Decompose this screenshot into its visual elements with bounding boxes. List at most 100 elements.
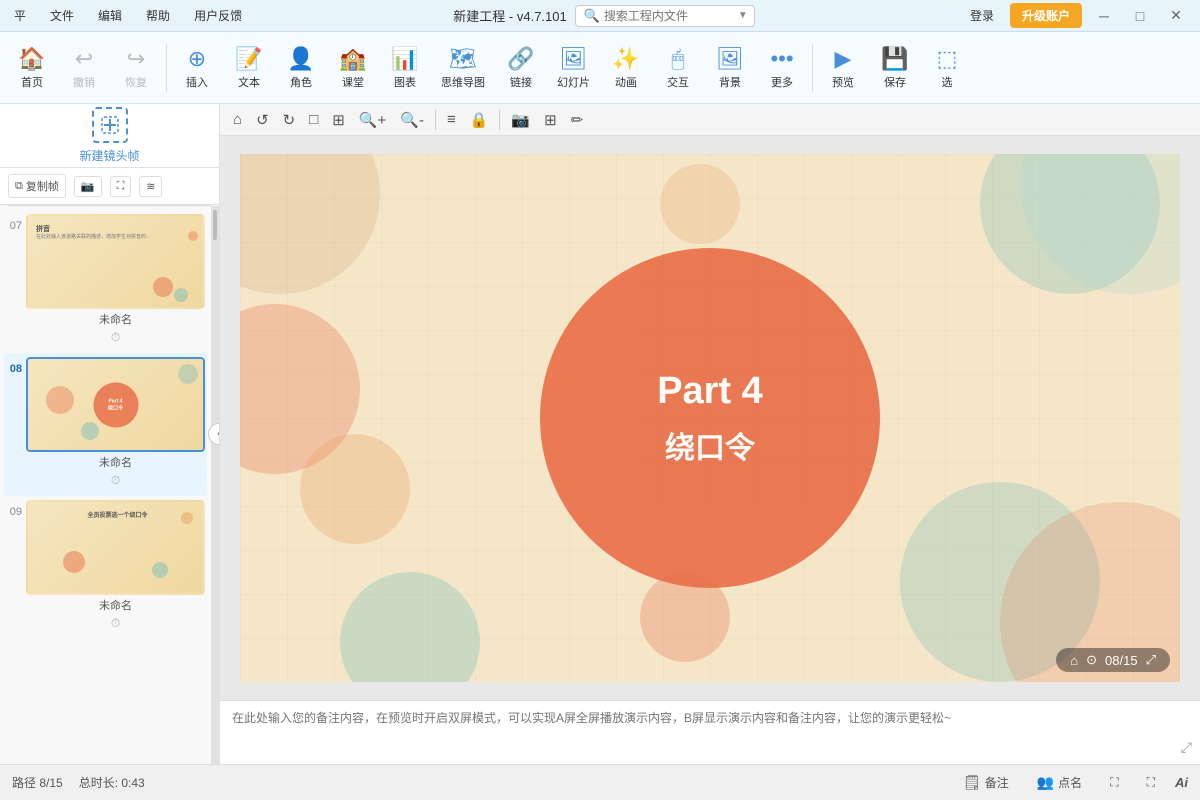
select-label: 选 (942, 74, 953, 90)
copy-frame-button[interactable]: ⧉ 复制帧 (8, 174, 66, 198)
canvas-square-icon[interactable]: □ (304, 109, 323, 130)
toolbar-undo[interactable]: ↩ 撤销 (60, 36, 108, 100)
fullscreen-button[interactable]: ⛶ (1139, 772, 1163, 793)
slide-thumb-09: 全员投票选一个绕口令 (26, 500, 205, 595)
callname-label: 点名 (1058, 774, 1082, 791)
search-input[interactable] (604, 9, 734, 23)
counter-circle-icon: ⊙ (1086, 652, 1097, 668)
canvas-lock-icon[interactable]: 🔒 (465, 109, 494, 131)
counter-expand-icon[interactable]: ⤢ (1146, 652, 1156, 668)
canvas-rotate-cw-icon[interactable]: ↻ (278, 109, 301, 131)
canvas-copy-icon[interactable]: ⊞ (327, 109, 350, 131)
toolbar-redo[interactable]: ↪ 恢复 (112, 36, 160, 100)
copy-frame-icon: ⧉ (15, 180, 23, 193)
toolbar-interact[interactable]: 🖱 交互 (654, 36, 702, 100)
canvas-wrapper[interactable]: Part 4 绕口令 ⌂ ⊙ 08/15 ⤢ (220, 136, 1200, 700)
canvas-rotate-icon[interactable]: ↺ (251, 109, 274, 131)
toolbar-separator-1 (166, 44, 167, 92)
toolbar-background[interactable]: 🖼 背景 (706, 36, 754, 100)
callname-icon: 👥 (1037, 774, 1054, 791)
canvas-home-icon[interactable]: ⌂ (228, 109, 247, 130)
canvas-zoom-in-icon[interactable]: 🔍+ (354, 109, 391, 131)
save-icon: 💾 (881, 46, 908, 72)
canvas-grid-icon[interactable]: ⊞ (539, 109, 562, 131)
slide-item-08[interactable]: 08 Part 4 绕口令 (4, 353, 207, 496)
canvas-list-icon[interactable]: ≡ (442, 109, 461, 130)
notes-expand-icon[interactable]: ⤢ (1181, 739, 1192, 756)
menu-ping[interactable]: 平 (10, 5, 30, 26)
text-icon: 📝 (235, 46, 262, 72)
menu-feedback[interactable]: 用户反馈 (190, 5, 246, 26)
toolbar-classroom[interactable]: 🏫 课堂 (329, 36, 377, 100)
close-button[interactable]: ✕ (1162, 7, 1190, 24)
more-options-button[interactable]: ≋ (139, 176, 162, 197)
notes-input[interactable] (232, 709, 1188, 756)
slide-canvas: Part 4 绕口令 ⌂ ⊙ 08/15 ⤢ (240, 154, 1180, 682)
canvas-toolbar: ⌂ ↺ ↻ □ ⊞ 🔍+ 🔍- ≡ 🔒 📷 ⊞ ✏ (220, 104, 1200, 136)
slide-counter: ⌂ ⊙ 08/15 ⤢ (1056, 648, 1170, 672)
menu-file[interactable]: 文件 (46, 5, 78, 26)
login-button[interactable]: 登录 (962, 4, 1002, 27)
canvas-toolbar-sep2 (499, 110, 500, 130)
maximize-button[interactable]: □ (1126, 8, 1154, 24)
fit-button[interactable]: ⛶ (1102, 772, 1126, 793)
toolbar-preview[interactable]: ▶ 预览 (819, 36, 867, 100)
search-box[interactable]: 🔍 ▼ (575, 5, 755, 27)
counter-text: 08/15 (1105, 653, 1138, 668)
slide-list-container: 07 拼音 在此处输入该道路关联的描述，增加学生对拼音的... (0, 206, 219, 764)
slideshow-label: 幻灯片 (557, 74, 590, 90)
toolbar-slideshow[interactable]: 🖼 幻灯片 (549, 36, 598, 100)
screenshot-button[interactable]: 📷 (74, 176, 102, 197)
slide-num-09: 09 (6, 506, 22, 518)
toolbar-text[interactable]: 📝 文本 (225, 36, 273, 100)
canvas-toolbar-sep1 (435, 110, 436, 130)
toolbar-home[interactable]: 🏠 首页 (8, 36, 56, 100)
mindmap-label: 思维导图 (441, 74, 485, 90)
minimize-button[interactable]: ─ (1090, 8, 1118, 24)
undo-icon: ↩ (75, 46, 93, 72)
toolbar-mindmap[interactable]: 🗺 思维导图 (433, 36, 493, 100)
callname-button[interactable]: 👥 点名 (1029, 771, 1090, 794)
titlebar-menu-group: 平 文件 编辑 帮助 用户反馈 (10, 5, 246, 26)
toolbar-more[interactable]: ••• 更多 (758, 36, 806, 100)
slide-list: 07 拼音 在此处输入该道路关联的描述，增加学生对拼音的... (0, 206, 211, 764)
slide-name-08: 未命名 (26, 452, 205, 472)
canvas-zoom-out-icon[interactable]: 🔍- (395, 109, 429, 131)
new-frame-button[interactable]: 新建镜头帧 (0, 104, 219, 168)
toolbar-select[interactable]: ⬚ 选 (923, 36, 971, 100)
toolbar-role[interactable]: 👤 角色 (277, 36, 325, 100)
slide-09-bubble2 (152, 562, 168, 578)
menu-edit[interactable]: 编辑 (94, 5, 126, 26)
role-icon: 👤 (287, 46, 314, 72)
search-dropdown-icon[interactable]: ▼ (738, 10, 748, 21)
slide-07-mini-title: 拼音 (36, 224, 50, 234)
scroll-thumb (213, 210, 217, 240)
canvas-area: ⌂ ↺ ↻ □ ⊞ 🔍+ 🔍- ≡ 🔒 📷 ⊞ ✏ (220, 104, 1200, 764)
app-title: 新建工程 - v4.7.101 (453, 6, 566, 25)
slide-name-09: 未命名 (26, 595, 205, 615)
more-label: 更多 (771, 74, 793, 90)
slide-09-mini-title: 全员投票选一个绕口令 (36, 510, 199, 519)
notes-area: ⤢ (220, 700, 1200, 764)
canvas-edit-icon[interactable]: ✏ (566, 109, 589, 131)
toolbar-save[interactable]: 💾 保存 (871, 36, 919, 100)
menu-help[interactable]: 帮助 (142, 5, 174, 26)
slide-item-07[interactable]: 07 拼音 在此处输入该道路关联的描述，增加学生对拼音的... (4, 210, 207, 353)
ai-label[interactable]: Ai (1175, 775, 1188, 790)
notes-toggle-button[interactable]: 🗒 备注 (955, 771, 1017, 794)
slide-item-09[interactable]: 09 全员投票选一个绕口令 未命名 ⏱ (4, 496, 207, 639)
toolbar-chart[interactable]: 📊 图表 (381, 36, 429, 100)
titlebar: 平 文件 编辑 帮助 用户反馈 新建工程 - v4.7.101 🔍 ▼ 登录 升… (0, 0, 1200, 32)
statusbar-left: 路径 8/15 总时长: 0:43 (12, 774, 145, 791)
interact-icon: 🖱 (671, 46, 684, 72)
redo-icon: ↪ (127, 46, 145, 72)
toolbar-separator-2 (812, 44, 813, 92)
toolbar-insert[interactable]: ⊕ 插入 (173, 36, 221, 100)
expand-view-button[interactable]: ⛶ (110, 176, 132, 197)
slide-09-bubble3 (181, 512, 193, 524)
chart-label: 图表 (394, 74, 416, 90)
canvas-camera-icon[interactable]: 📷 (506, 109, 535, 131)
toolbar-link[interactable]: 🔗 链接 (497, 36, 545, 100)
upgrade-button[interactable]: 升级账户 (1010, 3, 1082, 28)
toolbar-animation[interactable]: ✨ 动画 (602, 36, 650, 100)
